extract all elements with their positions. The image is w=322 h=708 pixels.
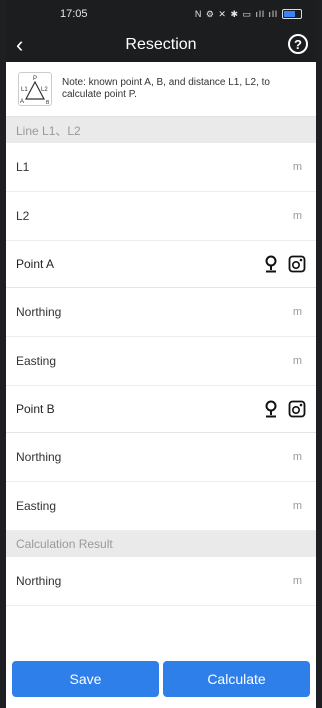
survey-point-icon[interactable] bbox=[288, 255, 306, 273]
resection-diagram: P L1 L2 A B bbox=[20, 76, 50, 106]
footer-actions: Save Calculate bbox=[6, 661, 316, 708]
point-a-northing-field[interactable]: Northing m bbox=[6, 288, 316, 337]
l2-label: L2 bbox=[16, 209, 30, 223]
point-b-actions bbox=[264, 400, 306, 418]
resection-diagram-icon: P L1 L2 A B bbox=[18, 72, 52, 106]
section-result: Calculation Result bbox=[6, 531, 316, 557]
point-b-header: Point B bbox=[6, 386, 316, 433]
l2-field[interactable]: L2 m bbox=[6, 192, 316, 241]
l2-unit: m bbox=[292, 210, 302, 222]
help-icon[interactable]: ? bbox=[288, 34, 308, 54]
note-panel: P L1 L2 A B Note: known point A, B, and … bbox=[6, 62, 316, 117]
point-a-actions bbox=[264, 255, 306, 273]
map-pin-icon[interactable] bbox=[264, 255, 278, 273]
section-lines: Line L1、L2 bbox=[6, 117, 316, 143]
point-b-label: Point B bbox=[16, 402, 55, 416]
point-b-easting-field[interactable]: Easting m bbox=[6, 482, 316, 531]
status-icons-text: N ⚙ ✕ ✱ ▭ ıll ıll bbox=[194, 8, 278, 19]
back-icon[interactable]: ‹ bbox=[16, 34, 23, 56]
point-a-easting-field[interactable]: Easting m bbox=[6, 337, 316, 386]
diagram-label-a: A bbox=[20, 99, 24, 105]
point-b-easting-unit: m bbox=[292, 500, 302, 512]
point-b-easting-label: Easting bbox=[16, 499, 57, 513]
result-northing-label: Northing bbox=[16, 574, 62, 588]
status-time: 17:05 bbox=[60, 8, 88, 20]
page-title: Resection bbox=[125, 36, 197, 53]
diagram-label-l1: L1 bbox=[21, 87, 28, 93]
l1-unit: m bbox=[292, 161, 302, 173]
diagram-label-p: P bbox=[33, 76, 37, 82]
l1-label: L1 bbox=[16, 160, 30, 174]
point-a-label: Point A bbox=[16, 257, 55, 271]
note-text: Note: known point A, B, and distance L1,… bbox=[62, 77, 270, 100]
diagram-label-b: B bbox=[46, 100, 50, 105]
l1-field[interactable]: L1 m bbox=[6, 143, 316, 192]
map-pin-icon[interactable] bbox=[264, 400, 278, 418]
point-b-northing-label: Northing bbox=[16, 450, 62, 464]
result-northing-unit: m bbox=[292, 575, 302, 587]
survey-point-icon[interactable] bbox=[288, 400, 306, 418]
point-b-northing-field[interactable]: Northing m bbox=[6, 433, 316, 482]
point-a-header: Point A bbox=[6, 241, 316, 288]
point-a-northing-unit: m bbox=[292, 306, 302, 318]
battery-icon bbox=[282, 9, 302, 19]
top-bar: ‹ Resection ? bbox=[6, 28, 316, 62]
status-icons: N ⚙ ✕ ✱ ▭ ıll ıll bbox=[195, 9, 302, 20]
point-a-easting-label: Easting bbox=[16, 354, 57, 368]
save-button[interactable]: Save bbox=[12, 661, 159, 697]
app-screen: 17:05 N ⚙ ✕ ✱ ▭ ıll ıll ‹ Resection ? P … bbox=[6, 0, 316, 708]
status-bar: 17:05 N ⚙ ✕ ✱ ▭ ıll ıll bbox=[6, 0, 316, 28]
diagram-label-l2: L2 bbox=[41, 87, 48, 93]
calculate-button[interactable]: Calculate bbox=[163, 661, 310, 697]
point-a-easting-unit: m bbox=[292, 355, 302, 367]
point-b-northing-unit: m bbox=[292, 451, 302, 463]
result-northing-field: Northing m bbox=[6, 557, 316, 606]
point-a-northing-label: Northing bbox=[16, 305, 62, 319]
